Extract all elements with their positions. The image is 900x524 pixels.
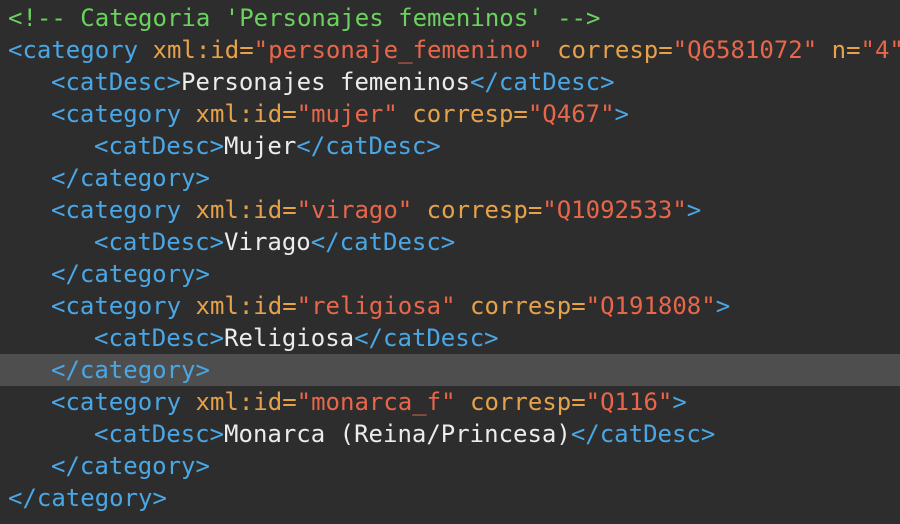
code-line-catdesc-mujer[interactable]: <catDesc>Mujer</catDesc> — [0, 130, 900, 162]
code-line-close-category-root[interactable]: </category> — [0, 482, 900, 514]
xml-comment: <!-- Categoria 'Personajes femeninos' --… — [8, 4, 601, 32]
code-line-catdesc-religiosa[interactable]: <catDesc>Religiosa</catDesc> — [0, 322, 900, 354]
element-text: Personajes femeninos — [181, 68, 471, 96]
tag-open: <catDesc> — [94, 420, 225, 448]
element-text: Religiosa — [224, 324, 355, 352]
attr-value: "Q1092533" — [542, 196, 687, 224]
attr-value: "Q467" — [527, 100, 615, 128]
tag-close: </catDesc> — [570, 420, 716, 448]
tag-close: </category> — [51, 356, 210, 384]
attr-name: xml:id= — [181, 292, 297, 320]
element-text: Virago — [224, 228, 311, 256]
tag-bracket: > — [614, 100, 629, 128]
attr-name: xml:id= — [181, 196, 297, 224]
attr-value: "religiosa" — [296, 292, 456, 320]
attr-name: xml:id= — [181, 388, 297, 416]
tag-open: <catDesc> — [51, 68, 182, 96]
attr-name: corresp= — [455, 388, 586, 416]
tag-open: <category — [51, 388, 182, 416]
attr-value: "monarca_f" — [296, 388, 456, 416]
tag-close: </catDesc> — [354, 324, 499, 352]
attr-name: corresp= — [455, 292, 586, 320]
code-line-catdesc-monarca[interactable]: <catDesc>Monarca (Reina/Princesa)</catDe… — [0, 418, 900, 450]
element-text: Monarca (Reina/Princesa) — [224, 420, 571, 448]
tag-open: <category — [51, 196, 182, 224]
tag-close: </category> — [51, 164, 210, 192]
tag-close: </category> — [8, 484, 167, 512]
code-line-category-religiosa[interactable]: <category xml:id="religiosa" corresp="Q1… — [0, 290, 900, 322]
code-line-category-monarca-f[interactable]: <category xml:id="monarca_f" corresp="Q1… — [0, 386, 900, 418]
tag-bracket: > — [715, 292, 731, 320]
tag-close: </category> — [51, 452, 210, 480]
attr-name: corresp= — [542, 36, 673, 64]
code-line-category-personaje-femenino[interactable]: <category xml:id="personaje_femenino" co… — [0, 34, 900, 66]
tag-open: <category — [51, 292, 182, 320]
code-line-category-virago[interactable]: <category xml:id="virago" corresp="Q1092… — [0, 194, 900, 226]
attr-name: corresp= — [397, 100, 528, 128]
attr-value: "Q116" — [585, 388, 673, 416]
code-line-close-category[interactable]: </category> — [0, 162, 900, 194]
element-text: Mujer — [224, 132, 297, 160]
code-line-comment[interactable]: <!-- Categoria 'Personajes femeninos' --… — [0, 2, 900, 34]
attr-name: n= — [817, 36, 861, 64]
code-line-catdesc-personajes[interactable]: <catDesc>Personajes femeninos</catDesc> — [0, 66, 900, 98]
tag-bracket: > — [672, 388, 687, 416]
tag-close: </catDesc> — [470, 68, 615, 96]
attr-value: "4" — [860, 36, 900, 64]
code-line-category-mujer[interactable]: <category xml:id="mujer" corresp="Q467"> — [0, 98, 900, 130]
code-line-close-category[interactable]: </category> — [0, 258, 900, 290]
tag-close: </category> — [51, 260, 210, 288]
attr-value: "virago" — [296, 196, 413, 224]
attr-name: xml:id= — [138, 36, 254, 64]
attr-name: xml:id= — [181, 100, 297, 128]
tag-open: <category — [51, 100, 182, 128]
attr-value: "personaje_femenino" — [253, 36, 543, 64]
tag-close: </catDesc> — [296, 132, 441, 160]
tag-bracket: > — [686, 196, 702, 224]
code-editor[interactable]: <!-- Categoria 'Personajes femeninos' --… — [0, 2, 900, 524]
attr-value: "mujer" — [296, 100, 398, 128]
code-line-catdesc-virago[interactable]: <catDesc>Virago</catDesc> — [0, 226, 900, 258]
tag-close: </catDesc> — [310, 228, 456, 256]
tag-open: <catDesc> — [94, 132, 225, 160]
code-line-current[interactable]: </category> — [0, 354, 900, 386]
tag-open: <category — [8, 36, 139, 64]
attr-value: "Q6581072" — [672, 36, 818, 64]
tag-open: <catDesc> — [94, 228, 225, 256]
code-line-close-category[interactable]: </category> — [0, 450, 900, 482]
attr-value: "Q191808" — [585, 292, 716, 320]
tag-open: <catDesc> — [94, 324, 225, 352]
attr-name: corresp= — [412, 196, 543, 224]
